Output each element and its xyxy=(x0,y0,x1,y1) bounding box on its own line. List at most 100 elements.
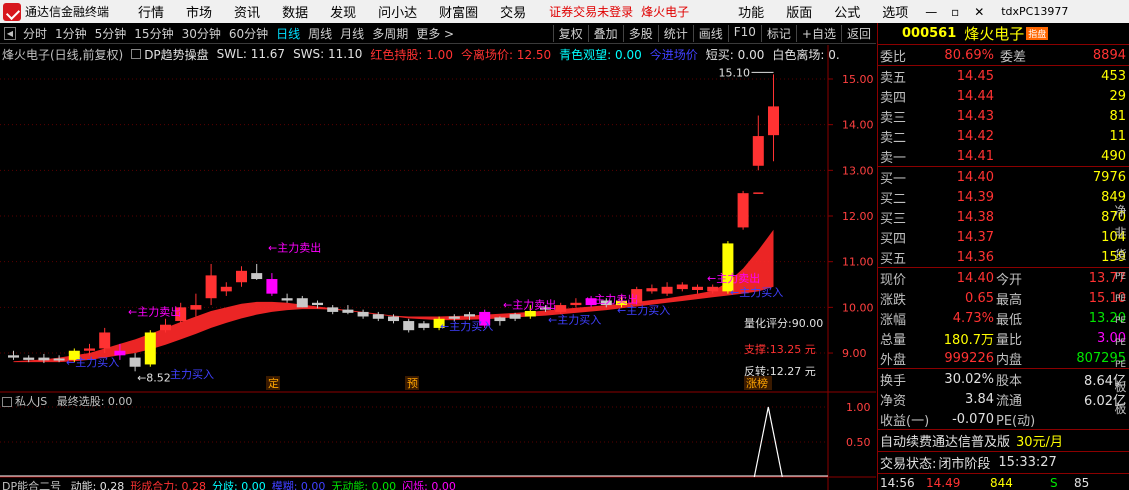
ask-level-label: 卖四 xyxy=(880,90,907,106)
candle-body xyxy=(464,314,475,317)
menu-market[interactable]: 市场 xyxy=(175,2,223,21)
tab-monthly[interactable]: 月线 xyxy=(336,25,368,42)
tab-1min[interactable]: 1分钟 xyxy=(51,25,91,42)
promo-text: 自动续费通达信普及版 xyxy=(880,435,1011,450)
bottom-indicator-value: 无动能: 0.00 xyxy=(331,480,397,490)
tool-overlay[interactable]: 叠加 xyxy=(587,24,623,42)
fundamental-row: 换手 30.02% 股本 8.64亿 xyxy=(878,369,1129,389)
weicha-label: 委差 xyxy=(1000,49,1027,65)
side-strip-label[interactable]: PE xyxy=(1112,354,1129,376)
stat-row: 外盘 999226 内盘 807295 xyxy=(878,348,1129,368)
menu-trade[interactable]: 交易 xyxy=(489,2,537,21)
tool-f10[interactable]: F10 xyxy=(727,24,761,42)
tab-weekly[interactable]: 周线 xyxy=(304,25,336,42)
candle-body xyxy=(388,316,399,322)
menu-discover[interactable]: 发现 xyxy=(319,2,367,21)
candle-body xyxy=(84,348,95,351)
indicator-name[interactable]: DP趋势操盘 xyxy=(144,46,208,63)
trade-status: 交易状态: 闭市阶段 15:33:27 xyxy=(878,451,1129,473)
tab-multi-period[interactable]: 多周期 xyxy=(368,25,412,42)
tab-timeshare[interactable]: 分时 xyxy=(19,25,51,42)
candle-body xyxy=(448,316,460,319)
side-strip-label[interactable]: PE xyxy=(1112,332,1129,354)
close-icon[interactable]: ✕ xyxy=(967,5,991,19)
bid-volume: 159 xyxy=(1101,249,1126,265)
tool-adjust[interactable]: 复权 xyxy=(552,24,588,42)
signal-annotation: ←主力买入 xyxy=(548,313,601,326)
side-strip-label[interactable]: 货 xyxy=(1112,244,1129,266)
tool-add-watchlist[interactable]: +自选 xyxy=(795,24,841,42)
tool-mark[interactable]: 标记 xyxy=(760,24,796,42)
login-status[interactable]: 证券交易未登录 xyxy=(549,3,633,20)
menu-formula[interactable]: 公式 xyxy=(823,2,871,21)
maximize-icon[interactable]: ▫ xyxy=(943,5,967,19)
candle-body xyxy=(53,358,65,361)
y-tick-label: 14.00 xyxy=(842,119,874,132)
trade-status-value: 闭市阶段 xyxy=(938,457,991,472)
trend-ribbon xyxy=(13,229,774,363)
tool-back[interactable]: 返回 xyxy=(840,24,876,42)
event-tag[interactable]: 涨榜 xyxy=(746,376,768,390)
minimize-icon[interactable]: — xyxy=(919,5,943,19)
tool-multi-stock[interactable]: 多股 xyxy=(622,24,658,42)
side-strip-label[interactable]: PE xyxy=(1112,310,1129,332)
tab-more[interactable]: 更多 > xyxy=(412,25,458,42)
side-strip-label[interactable]: 板 xyxy=(1112,398,1129,420)
bottom-indicator-header: DP能合二号 动能: 0.28 形成合力: 0.28 分歧: 0.00 模糊: 0.0… xyxy=(2,478,462,490)
tab-15min[interactable]: 15分钟 xyxy=(130,25,177,42)
white-exit-value: 白色离场: 0. xyxy=(772,47,840,62)
side-strip-label[interactable]: 板 xyxy=(1112,376,1129,398)
menu-quotes[interactable]: 行情 xyxy=(127,2,175,21)
bid-level-label: 买四 xyxy=(880,231,907,247)
stat-value: 180.7万 xyxy=(943,332,994,348)
candle-body xyxy=(707,286,719,292)
ask-row: 卖二 14.42 11 xyxy=(878,126,1129,146)
bottom-indicator-name[interactable]: DP能合二号 xyxy=(2,480,61,490)
side-strip-label[interactable]: 非 xyxy=(1112,222,1129,244)
candle-body xyxy=(129,357,141,367)
bid-row: 买一 14.40 7976 xyxy=(878,167,1129,187)
menu-layout[interactable]: 版面 xyxy=(775,2,823,21)
ask-volume: 490 xyxy=(1101,148,1126,164)
stat-value: 4.73% xyxy=(952,310,994,326)
indicator-toggle-icon[interactable] xyxy=(131,49,142,59)
signal-annotation: ←主力卖出 xyxy=(707,271,760,285)
tab-60min[interactable]: 60分钟 xyxy=(225,25,272,42)
stat-label: 最低 xyxy=(996,312,1023,328)
kline-chart[interactable]: 15.00 14.00 13.00 12.00 11.00 10.00 9.00 15.10 ←… xyxy=(0,45,876,490)
bid-price: 14.37 xyxy=(956,229,994,245)
collapse-arrow-icon[interactable]: ◀ xyxy=(4,26,16,40)
side-strip-label[interactable]: 净 xyxy=(1112,200,1129,222)
menu-function[interactable]: 功能 xyxy=(727,2,775,21)
candle-body xyxy=(23,357,35,360)
sub-indicator-name[interactable]: 私人JS xyxy=(15,395,47,408)
side-strip-label[interactable]: PE xyxy=(1112,288,1129,310)
menu-news[interactable]: 资讯 xyxy=(223,2,271,21)
tab-5min[interactable]: 5分钟 xyxy=(91,25,131,42)
stat-label: 涨跌 xyxy=(880,292,907,308)
tool-draw[interactable]: 画线 xyxy=(692,24,728,42)
right-menus: 功能 版面 公式 选项 xyxy=(727,2,919,21)
event-tag[interactable]: 定 xyxy=(268,376,279,390)
entry-price-value: 今进场价 xyxy=(649,47,698,62)
menu-wealth[interactable]: 财富圈 xyxy=(428,2,489,21)
menu-options[interactable]: 选项 xyxy=(871,2,919,21)
candle-body xyxy=(646,288,658,292)
tab-30min[interactable]: 30分钟 xyxy=(178,25,225,42)
menu-ask[interactable]: 问小达 xyxy=(367,2,428,21)
event-tag[interactable]: 预 xyxy=(407,377,418,390)
promo-banner[interactable]: 自动续费通达信普及版 30元/月 xyxy=(878,429,1129,451)
signal-annotation: ←主力卖出 xyxy=(268,241,321,255)
candle-body xyxy=(768,106,779,136)
side-strip-label[interactable]: PE xyxy=(1112,266,1129,288)
tool-stats[interactable]: 统计 xyxy=(657,24,693,42)
stat-row: 总量 180.7万 量比 3.00 xyxy=(878,328,1129,348)
menu-data[interactable]: 数据 xyxy=(271,2,319,21)
tab-daily[interactable]: 日线 xyxy=(272,25,304,42)
y-tick-label: 10.00 xyxy=(842,301,874,314)
sub-indicator-toggle-icon[interactable] xyxy=(2,397,12,407)
trade-time: 15:33:27 xyxy=(998,455,1057,470)
y-tick-label: 9.00 xyxy=(842,347,867,360)
trade-status-label: 交易状态: xyxy=(880,457,937,472)
final-pick-value: 最终选股: 0.00 xyxy=(56,395,133,408)
